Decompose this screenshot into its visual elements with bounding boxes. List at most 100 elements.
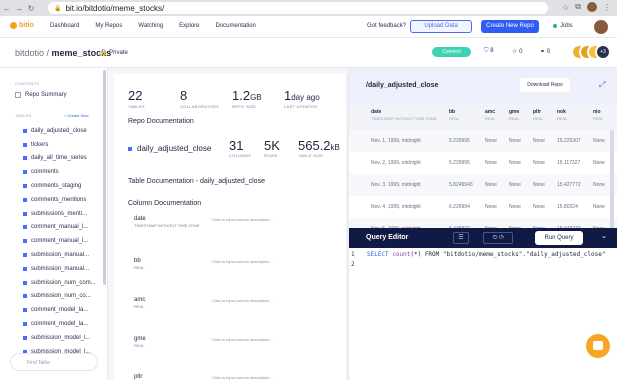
chevron-down-icon[interactable]: ⌄ [601, 232, 607, 240]
upload-data-button[interactable]: Upload Data [410, 20, 472, 33]
repo-summary-panel: 22 TABLES 8 COLLABORATORS 1.2GB REPO SIZE 1… [108, 68, 352, 380]
table-row[interactable]: Nov. 4, 1999, midnight 6.229994 None None No… [349, 196, 617, 218]
nav-dashboard[interactable]: Dashboard [50, 23, 79, 29]
sidebar-table-item[interactable]: comment_manual_l... [23, 234, 103, 248]
table-cell: None [485, 160, 497, 166]
fork-icon: ⚭ [540, 49, 546, 55]
nav-watching[interactable]: Watching [138, 23, 163, 29]
table-cell: None [485, 138, 497, 144]
nav-documentation[interactable]: Documentation [216, 23, 256, 29]
column-header[interactable]: date TIMESTAMP WITHOUT TIME ZONE [371, 109, 436, 121]
browser-toolbar: ← → ↻ 🔒 bit.io/bitdotio/meme_stocks/ ☆ ⧉… [0, 0, 617, 16]
column-doc-title: Column Documentation [128, 200, 202, 207]
sidebar-table-item[interactable]: submission_manual... [23, 262, 103, 276]
forks-count[interactable]: ⚭ 0 [540, 48, 550, 55]
forward-icon[interactable]: → [14, 4, 24, 13]
sidebar-table-item[interactable]: tickers [23, 138, 103, 152]
download-repo-button[interactable]: Download Repo [520, 78, 570, 92]
sidebar-table-item[interactable]: daily_all_time_series [23, 152, 103, 166]
stat-repo-size: 1.2GB REPO SIZE [232, 88, 262, 109]
column-description-input[interactable]: Click to input column description ... [212, 217, 274, 222]
nav-my-repos[interactable]: My Repos [95, 23, 122, 29]
sql-editor[interactable]: 1 2 SELECT count(*) FROM "bitdotio/meme_… [349, 248, 617, 380]
column-description-input[interactable]: Click to input column description ... [212, 337, 274, 342]
column-description-input[interactable]: Click to input column description ... [212, 298, 274, 303]
back-icon[interactable]: ← [2, 4, 12, 13]
feedback-link[interactable]: Got feedback? [367, 23, 406, 29]
sidebar-table-item[interactable]: comments [23, 165, 103, 179]
column-header[interactable]: pltr REAL [533, 109, 543, 121]
connect-button[interactable]: Connect [432, 47, 471, 57]
table-cell: None [509, 138, 521, 144]
column-doc-item: gme REAL Click to input column description… [134, 336, 334, 348]
contents-label: CONTENTS [15, 81, 40, 86]
table-icon [23, 170, 27, 175]
column-header[interactable]: gme REAL [509, 109, 519, 121]
column-header[interactable]: nio REAL [593, 109, 603, 121]
sidebar-table-item[interactable]: comment_manual_l... [23, 221, 103, 235]
create-repo-button[interactable]: Create New Repo [481, 20, 539, 33]
repo-stats: 22 TABLES 8 COLLABORATORS 1.2GB REPO SIZE 1… [128, 88, 342, 109]
app-logo[interactable]: bitio [10, 22, 34, 29]
jobs-indicator[interactable]: Jobs [553, 23, 573, 29]
column-description-input[interactable]: Click to input column description ... [212, 259, 274, 264]
history-icon[interactable]: ⏲ ◷ [483, 232, 513, 244]
sidebar-table-item[interactable]: comments_mentions [23, 193, 103, 207]
sidebar-table-item[interactable]: comment_model_la... [23, 317, 103, 331]
sidebar-table-item[interactable]: comments_staging [23, 179, 103, 193]
table-icon [23, 142, 27, 147]
find-table-input[interactable]: Find Table [10, 353, 98, 371]
format-icon[interactable]: ☰ [453, 232, 469, 244]
column-header[interactable]: bb REAL [449, 109, 459, 121]
stat-columns: 31 COLUMNS [229, 138, 252, 158]
sidebar-table-item[interactable]: submission_model_l... [23, 331, 103, 345]
run-query-button[interactable]: Run Query [535, 231, 583, 245]
expand-icon[interactable]: ⤢ [599, 80, 605, 90]
table-row[interactable]: Nov. 3, 1999, midnight 5.8249943 None None N… [349, 174, 617, 196]
sidebar-table-item[interactable]: daily_adjusted_close [23, 124, 103, 138]
table-row[interactable]: Nov. 2, 1999, midnight 5.229995 None None No… [349, 152, 617, 174]
column-type: REAL [134, 304, 145, 309]
sidebar-table-item[interactable]: comment_model_la... [23, 303, 103, 317]
table-row[interactable]: Nov. 1, 1999, midnight 5.229995 None None No… [349, 130, 617, 152]
collaborator-avatars[interactable]: +3 [571, 44, 611, 60]
column-description-input[interactable]: Click to input column description ... [212, 375, 274, 380]
table-cell: None [485, 204, 497, 210]
create-table-link[interactable]: + Create New [64, 113, 89, 118]
table-cell: 15.117327 [557, 160, 581, 166]
extension-icon[interactable]: ⧉ [575, 2, 581, 12]
column-header[interactable]: nok REAL [557, 109, 567, 121]
profile-avatar[interactable] [587, 2, 597, 12]
members-count[interactable]: ⛉ 8 [484, 48, 494, 55]
table-cell: None [533, 160, 545, 166]
chat-bubble-icon[interactable] [586, 334, 610, 358]
column-header[interactable]: amc REAL [485, 109, 495, 121]
grid-scrollbar[interactable] [610, 130, 614, 230]
menu-icon[interactable]: ⋮ [603, 3, 611, 12]
repo-header: bitdotio / meme_stocks 🔒 Private Connect… [0, 38, 617, 68]
status-dot-icon [553, 24, 557, 28]
stars-count[interactable]: ☆ 0 [512, 48, 522, 55]
table-cell: None [533, 138, 545, 144]
address-bar[interactable]: 🔒 bit.io/bitdotio/meme_stocks/ [48, 2, 548, 14]
line-number: 2 [351, 261, 355, 268]
reload-icon[interactable]: ↻ [26, 4, 36, 13]
table-name[interactable]: daily_adjusted_close [128, 144, 211, 153]
sidebar-table-item[interactable]: submission_num_co... [23, 290, 103, 304]
sidebar-table-item[interactable]: submissions_menti... [23, 207, 103, 221]
table-cell: None [593, 160, 605, 166]
sql-code[interactable]: SELECT count(*) FROM "bitdotio/meme_stoc… [367, 251, 605, 258]
repo-summary-item[interactable]: Repo Summary [15, 92, 67, 98]
sidebar-table-item[interactable]: submission_manual... [23, 248, 103, 262]
user-avatar[interactable] [594, 20, 608, 34]
repo-owner[interactable]: bitdotio [15, 48, 44, 58]
table-icon [23, 128, 27, 133]
table-preview-panel: /daily_adjusted_close Download Repo ⤢ da… [348, 68, 617, 380]
sidebar-table-item[interactable]: submission_num_com... [23, 276, 103, 290]
sidebar-scrollbar[interactable] [103, 70, 106, 285]
table-cell: Nov. 3, 1999, midnight [371, 182, 421, 188]
star-icon[interactable]: ☆ [562, 3, 569, 12]
repo-doc-title: Repo Documentation [128, 118, 194, 125]
nav-explore[interactable]: Explore [179, 23, 199, 29]
app-header: bitio Dashboard My Repos Watching Explor… [0, 16, 617, 38]
